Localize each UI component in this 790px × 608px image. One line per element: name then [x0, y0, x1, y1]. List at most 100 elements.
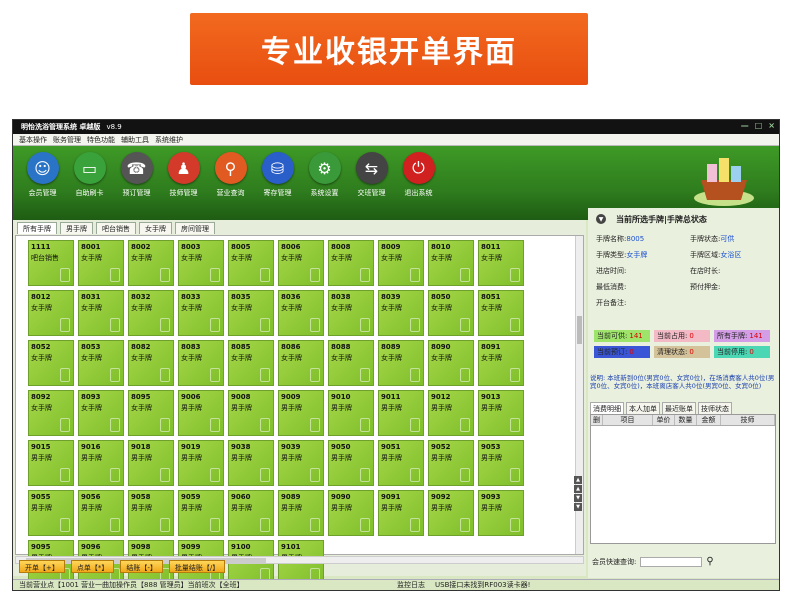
- card-tile[interactable]: 8003 女手牌: [178, 240, 224, 286]
- menu-item[interactable]: 辅助工具: [121, 135, 149, 145]
- card-tile[interactable]: 8032 女手牌: [128, 290, 174, 336]
- status-monitor-log[interactable]: 监控日志: [397, 580, 425, 590]
- card-tile[interactable]: 8082 女手牌: [128, 340, 174, 386]
- card-watermark-icon: [260, 368, 270, 382]
- card-tile[interactable]: 8093 女手牌: [78, 390, 124, 436]
- menu-item[interactable]: 特色功能: [87, 135, 115, 145]
- card-tile[interactable]: 8090 女手牌: [428, 340, 474, 386]
- chevron-down-icon[interactable]: ▼: [596, 214, 606, 224]
- maximize-icon[interactable]: □: [755, 121, 763, 130]
- card-watermark-icon: [160, 518, 170, 532]
- card-tile[interactable]: 8033 女手牌: [178, 290, 224, 336]
- card-tile[interactable]: 8008 女手牌: [328, 240, 374, 286]
- card-tile[interactable]: 8053 女手牌: [78, 340, 124, 386]
- card-tile[interactable]: 8091 女手牌: [478, 340, 524, 386]
- card-tile[interactable]: 8012 女手牌: [28, 290, 74, 336]
- card-tile[interactable]: 8011 女手牌: [478, 240, 524, 286]
- card-tile[interactable]: 8039 女手牌: [378, 290, 424, 336]
- close-icon[interactable]: ×: [768, 121, 775, 130]
- tab-room-management[interactable]: 房间管理: [175, 222, 215, 234]
- page-next-icon[interactable]: ▼: [574, 494, 582, 502]
- card-tile[interactable]: 8005 女手牌: [228, 240, 274, 286]
- card-tile[interactable]: 9058 男手牌: [128, 490, 174, 536]
- card-tile[interactable]: 9053 男手牌: [478, 440, 524, 486]
- card-tile[interactable]: 9050 男手牌: [328, 440, 374, 486]
- card-tile[interactable]: 9010 男手牌: [328, 390, 374, 436]
- batch-checkout-button[interactable]: 批量结账【/】: [168, 560, 226, 573]
- card-tile[interactable]: 9011 男手牌: [378, 390, 424, 436]
- card-tile[interactable]: 8009 女手牌: [378, 240, 424, 286]
- open-order-button[interactable]: 开单【+】: [19, 560, 65, 573]
- card-tile[interactable]: 9059 男手牌: [178, 490, 224, 536]
- card-tile[interactable]: 8010 女手牌: [428, 240, 474, 286]
- card-tile[interactable]: 8083 女手牌: [178, 340, 224, 386]
- menu-item[interactable]: 系统维护: [155, 135, 183, 145]
- add-order-button[interactable]: 点单【*】: [70, 560, 115, 573]
- card-tile[interactable]: 9015 男手牌: [28, 440, 74, 486]
- toolbar-button[interactable]: ▭ 自助刷卡: [66, 152, 113, 198]
- card-tile[interactable]: 8002 女手牌: [128, 240, 174, 286]
- tab-female-cards[interactable]: 女手牌: [139, 222, 172, 234]
- checkout-button[interactable]: 结账【-】: [120, 560, 163, 573]
- menu-item[interactable]: 基本操作: [19, 135, 47, 145]
- toolbar-button[interactable]: ⚙ 系统设置: [301, 152, 348, 198]
- toolbar-button[interactable]: ☎ 预订管理: [113, 152, 160, 198]
- tab-bar-sales[interactable]: 吧台销售: [96, 222, 136, 234]
- card-tile[interactable]: 9039 男手牌: [278, 440, 324, 486]
- card-number: 9052: [431, 443, 451, 451]
- card-tile[interactable]: 9013 男手牌: [478, 390, 524, 436]
- card-tile[interactable]: 8050 女手牌: [428, 290, 474, 336]
- card-tile[interactable]: 9091 男手牌: [378, 490, 424, 536]
- toolbar-button[interactable]: ♟ 技师管理: [160, 152, 207, 198]
- card-number: 8031: [81, 293, 101, 301]
- card-tile[interactable]: 9060 男手牌: [228, 490, 274, 536]
- card-tile[interactable]: 8052 女手牌: [28, 340, 74, 386]
- toolbar-button[interactable]: ⏻ 退出系统: [395, 152, 442, 198]
- card-tile[interactable]: 8006 女手牌: [278, 240, 324, 286]
- toolbar-button[interactable]: ⇆ 交班管理: [348, 152, 395, 198]
- card-tile[interactable]: 8086 女手牌: [278, 340, 324, 386]
- card-tile[interactable]: 8035 女手牌: [228, 290, 274, 336]
- tab-male-cards[interactable]: 男手牌: [60, 222, 93, 234]
- card-tile[interactable]: 9008 男手牌: [228, 390, 274, 436]
- page-prev-icon[interactable]: ▲: [574, 485, 582, 493]
- info-field: [690, 298, 784, 308]
- card-tile[interactable]: 1111 吧台销售: [28, 240, 74, 286]
- page-first-icon[interactable]: ▲: [574, 476, 582, 484]
- page-last-icon[interactable]: ▼: [574, 503, 582, 511]
- card-tile[interactable]: 9055 男手牌: [28, 490, 74, 536]
- toolbar-button[interactable]: ☺ 会员管理: [19, 152, 66, 198]
- card-tile[interactable]: 9009 男手牌: [278, 390, 324, 436]
- minimize-icon[interactable]: —: [741, 121, 749, 130]
- card-tile[interactable]: 8051 女手牌: [478, 290, 524, 336]
- card-tile[interactable]: 9056 男手牌: [78, 490, 124, 536]
- card-tile[interactable]: 9019 男手牌: [178, 440, 224, 486]
- card-watermark-icon: [160, 268, 170, 282]
- card-tile[interactable]: 8085 女手牌: [228, 340, 274, 386]
- card-tile[interactable]: 9092 男手牌: [428, 490, 474, 536]
- card-tile[interactable]: 8089 女手牌: [378, 340, 424, 386]
- card-tile[interactable]: 8095 女手牌: [128, 390, 174, 436]
- card-tile[interactable]: 9052 男手牌: [428, 440, 474, 486]
- card-tile[interactable]: 8088 女手牌: [328, 340, 374, 386]
- card-tile[interactable]: 9051 男手牌: [378, 440, 424, 486]
- card-tile[interactable]: 8001 女手牌: [78, 240, 124, 286]
- card-tile[interactable]: 9016 男手牌: [78, 440, 124, 486]
- card-tile[interactable]: 8036 女手牌: [278, 290, 324, 336]
- search-icon[interactable]: ⚲: [706, 556, 713, 567]
- card-tile[interactable]: 8092 女手牌: [28, 390, 74, 436]
- card-tile[interactable]: 8031 女手牌: [78, 290, 124, 336]
- toolbar-button[interactable]: ⚲ 营业查询: [207, 152, 254, 198]
- member-search-input[interactable]: [640, 556, 703, 567]
- card-tile[interactable]: 9018 男手牌: [128, 440, 174, 486]
- tab-all-cards[interactable]: 所有手牌: [17, 222, 57, 234]
- menu-item[interactable]: 账务管理: [53, 135, 81, 145]
- card-tile[interactable]: 9038 男手牌: [228, 440, 274, 486]
- toolbar-button[interactable]: ⛁ 寄存管理: [254, 152, 301, 198]
- card-tile[interactable]: 9093 男手牌: [478, 490, 524, 536]
- card-tile[interactable]: 9090 男手牌: [328, 490, 374, 536]
- card-tile[interactable]: 9006 男手牌: [178, 390, 224, 436]
- card-tile[interactable]: 9089 男手牌: [278, 490, 324, 536]
- card-tile[interactable]: 8038 女手牌: [328, 290, 374, 336]
- card-tile[interactable]: 9012 男手牌: [428, 390, 474, 436]
